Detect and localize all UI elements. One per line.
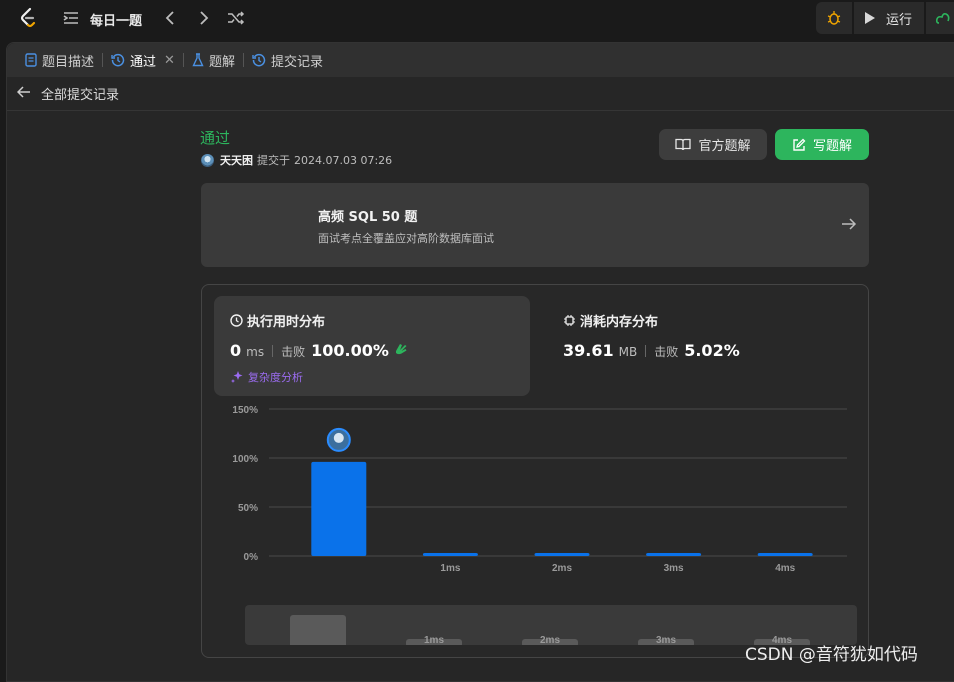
tab-description[interactable]: 题目描述 xyxy=(19,43,100,77)
chart-bar xyxy=(422,553,478,556)
tab-description-label: 题目描述 xyxy=(42,54,95,70)
run-label: 运行 xyxy=(885,12,912,28)
chevron-right-icon[interactable] xyxy=(195,9,213,27)
study-plan-card[interactable]: 高频 SQL 50 题 面试考点全覆盖应对高阶数据库面试 xyxy=(201,183,869,267)
study-plan-subtitle: 面试考点全覆盖应对高阶数据库面试 xyxy=(318,232,494,245)
y-tick-label: 100% xyxy=(232,454,258,465)
bug-icon xyxy=(827,11,841,25)
x-tick-label: 3ms xyxy=(664,563,684,574)
tab-divider xyxy=(102,53,104,67)
submission-meta: 天天困 提交于 2024.07.03 07:26 xyxy=(201,152,392,168)
problem-list-icon[interactable] xyxy=(62,9,80,27)
y-tick-label: 150% xyxy=(232,405,258,416)
chart-bar xyxy=(646,553,702,556)
back-label: 全部提交记录 xyxy=(41,88,120,103)
history-icon xyxy=(252,53,266,67)
complexity-label: 复杂度分析 xyxy=(248,371,303,384)
avatar-face xyxy=(333,432,344,443)
runtime-title-label: 执行用时分布 xyxy=(247,315,326,330)
y-tick-label: 0% xyxy=(244,552,259,563)
chevron-left-icon[interactable] xyxy=(161,9,179,27)
memory-unit: MB xyxy=(618,345,638,359)
official-solution-label: 官方题解 xyxy=(698,139,751,154)
watermark: CSDN @音符犹如代码 xyxy=(745,645,918,665)
submission-panel: 题目描述 通过 ✕ 题解 提交记录 全部提交记录 通过 天天困 提交于 2024… xyxy=(6,42,954,682)
shuffle-icon[interactable] xyxy=(227,9,245,27)
x-tick-label: 4ms xyxy=(775,563,795,574)
flask-icon xyxy=(192,53,204,67)
submit-button[interactable] xyxy=(926,2,954,34)
official-solution-button[interactable]: 官方题解 xyxy=(659,129,767,160)
clock-icon xyxy=(230,314,243,327)
top-bar: 每日一题 运行 xyxy=(0,0,954,36)
arrow-left-icon xyxy=(16,85,31,102)
minimap-track: 1ms 2ms 3ms 4ms xyxy=(290,615,810,645)
memory-metric: 39.61 MB 击败 5.02% xyxy=(563,341,740,360)
runtime-value: 0 xyxy=(230,341,242,360)
chip-icon xyxy=(564,315,575,326)
minimap-label: 1ms xyxy=(424,635,444,645)
tab-solutions-label: 题解 xyxy=(208,54,235,70)
close-icon[interactable]: ✕ xyxy=(164,53,175,68)
submitted-datetime: 2024.07.03 07:26 xyxy=(294,153,393,167)
memory-title[interactable]: 消耗内存分布 xyxy=(563,311,658,330)
tab-passed-label: 通过 xyxy=(130,54,157,70)
avatar[interactable] xyxy=(201,153,214,167)
memory-value: 39.61 xyxy=(563,341,614,360)
sparkle-icon xyxy=(231,371,243,383)
tab-solutions[interactable]: 题解 xyxy=(186,43,241,77)
x-tick-label: 1ms xyxy=(440,563,460,574)
runtime-metric: 0 ms 击败 100.00% xyxy=(230,341,409,360)
runtime-unit: ms xyxy=(246,345,265,359)
tab-passed[interactable]: 通过 ✕ xyxy=(105,43,181,77)
history-icon xyxy=(111,53,125,67)
tab-divider xyxy=(242,53,244,67)
runtime-title: 执行用时分布 xyxy=(230,311,325,330)
username[interactable]: 天天困 xyxy=(220,152,253,168)
edit-icon xyxy=(793,138,806,151)
x-tick-label: 2ms xyxy=(552,563,572,574)
memory-beats-value: 5.02% xyxy=(684,341,740,360)
tab-submissions-label: 提交记录 xyxy=(270,54,323,70)
performance-distribution: 执行用时分布 0 ms 击败 100.00% 复杂度分析 消耗内存分布 39.6… xyxy=(201,284,869,658)
chart-bar xyxy=(534,553,590,556)
run-toolbar: 运行 xyxy=(815,2,954,34)
run-button[interactable]: 运行 xyxy=(854,2,926,34)
arrow-right-icon xyxy=(841,216,857,235)
runtime-beats-label: 击败 xyxy=(281,345,306,359)
tab-submissions[interactable]: 提交记录 xyxy=(246,43,329,77)
submitted-prefix: 提交于 xyxy=(257,154,290,167)
memory-title-label: 消耗内存分布 xyxy=(580,315,659,330)
document-icon xyxy=(25,53,37,67)
minimap-label: 3ms xyxy=(656,635,676,645)
submission-status: 通过 xyxy=(200,129,231,147)
leetcode-logo[interactable] xyxy=(18,7,38,29)
play-icon xyxy=(864,12,875,24)
tab-divider xyxy=(182,53,184,67)
metric-divider xyxy=(645,344,647,357)
chart-bar xyxy=(311,461,367,556)
chart-bar xyxy=(757,553,813,556)
clap-icon xyxy=(393,342,409,359)
memory-beats-label: 击败 xyxy=(654,345,679,359)
tab-bar: 题目描述 通过 ✕ 题解 提交记录 xyxy=(7,43,954,77)
minimap-bar xyxy=(290,615,346,645)
chart-range-slider[interactable]: 1ms 2ms 3ms 4ms xyxy=(245,605,857,645)
complexity-analysis-link[interactable]: 复杂度分析 xyxy=(230,369,303,385)
cloud-upload-icon xyxy=(936,13,950,24)
book-icon xyxy=(675,138,692,151)
minimap-label: 2ms xyxy=(540,635,560,645)
write-solution-button[interactable]: 写题解 xyxy=(775,129,869,160)
write-solution-label: 写题解 xyxy=(812,139,852,154)
y-tick-label: 50% xyxy=(238,503,258,514)
daily-question-link[interactable]: 每日一题 xyxy=(90,10,142,29)
runtime-distribution-chart: 0% 50% 100% 150% 1ms 2ms 3ms 4ms xyxy=(232,405,847,574)
runtime-card[interactable]: 执行用时分布 0 ms 击败 100.00% 复杂度分析 xyxy=(214,296,530,396)
study-plan-title: 高频 SQL 50 题 xyxy=(318,210,418,225)
runtime-beats-value: 100.00% xyxy=(311,341,389,360)
debug-button[interactable] xyxy=(816,2,854,34)
back-to-submissions[interactable]: 全部提交记录 xyxy=(7,77,954,111)
metric-divider xyxy=(272,344,274,357)
